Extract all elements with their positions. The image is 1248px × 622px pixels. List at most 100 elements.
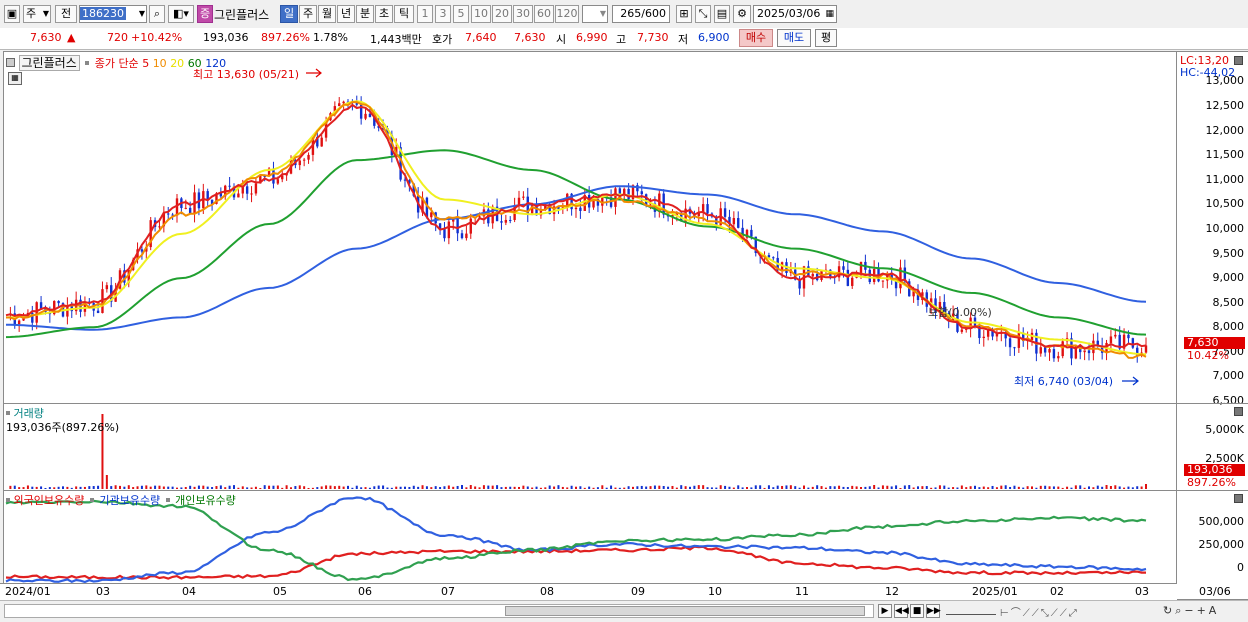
pane-close-icon[interactable] [1234,56,1243,65]
zoom-slider[interactable] [946,606,996,615]
volume-pane-close-icon[interactable] [1234,407,1243,416]
date-input[interactable]: 2025/03/06 ▦ [753,5,837,23]
period-day[interactable]: 일 [280,5,298,23]
scroll-bar[interactable]: ▶ ◀◀ ■ ▶▶ ⊢⌒⟋⟋⤡⟋⟋⤢ ↻⌕−+A [0,600,1248,622]
volume-bar [509,486,512,489]
period-year[interactable]: 년 [337,5,355,23]
volume-bar [1123,487,1126,489]
interval-60[interactable]: 60 [534,5,554,23]
evaluate-button[interactable]: 평 [815,29,837,47]
period-week[interactable]: 주 [299,5,317,23]
candle-body [39,302,43,309]
buy-button[interactable]: 매수 [739,29,773,47]
interval-custom-select[interactable]: ▼ [582,5,608,23]
period-month[interactable]: 월 [318,5,336,23]
volume-bar [982,486,985,489]
toolbar: ▣ 주 ▼ 전 186230 ▼ ⌕ ◧▾ 증 그린플러스 일 주 월 년 분 초 … [0,0,1248,29]
chart-canvas[interactable] [4,52,1176,599]
ma-10-label[interactable]: 10 [153,57,167,70]
candle-body [767,255,771,258]
ma-5-label[interactable]: 5 [142,57,149,70]
candle-body [811,273,814,277]
volume-bar [246,487,249,489]
save-icon[interactable]: ▤ [714,5,730,23]
volume-bar [798,487,801,489]
pane-divider-volume[interactable] [3,403,1248,404]
volume-bar [890,486,893,489]
low-price: 6,900 [698,31,730,44]
sell-button[interactable]: 매도 [777,29,811,47]
stop-icon[interactable]: ■ [910,604,924,618]
volume-bar [579,486,582,489]
stock-code-input[interactable]: 186230 ▼ [79,5,147,23]
drawing-tools-icon[interactable]: ⊢⌒⟋⟋⤡⟋⟋⤢ [1000,604,1079,619]
volume-bar [811,486,814,489]
grid-toggle-icon[interactable]: ▦ [8,72,22,85]
zoom-tools-icon[interactable]: ↻⌕−+A [1163,604,1219,618]
x-label-03: 03 [96,585,110,598]
interval-1[interactable]: 1 [417,5,433,23]
volume-bar [767,485,770,489]
volume-bar [938,485,941,489]
turnover-rate: 1.78% [313,31,348,44]
volume-bar [531,487,534,489]
scroll-thumb[interactable] [505,606,865,616]
period-minute[interactable]: 분 [356,5,374,23]
interval-30[interactable]: 30 [513,5,533,23]
period-select[interactable]: 주 ▼ [23,5,51,23]
period-second[interactable]: 초 [375,5,393,23]
chart-plot-area[interactable] [3,51,1177,600]
volume-bar [623,487,626,489]
institution-holding-label[interactable]: 기관보유수량 [99,494,160,507]
scroll-right-icon[interactable]: ▶ [878,604,892,618]
period-tick[interactable]: 틱 [394,5,414,23]
volume-bar [785,485,788,489]
price-pane-title[interactable]: 그린플러스 [18,55,80,71]
individual-holding-label[interactable]: 개인보유수량 [175,494,236,507]
chart-type-icon[interactable]: ⊞ [676,5,692,23]
candle-body [1008,338,1012,348]
search-icon[interactable]: ⌕ [149,5,165,23]
history-icon[interactable]: ◧▾ [168,5,194,23]
layout-icon[interactable]: ▣ [4,5,20,23]
compare-button[interactable]: 전 [55,5,77,23]
candle-body [338,103,341,107]
interval-3[interactable]: 3 [435,5,451,23]
volume-bar [1096,485,1099,489]
interval-20[interactable]: 20 [492,5,512,23]
first-page-icon[interactable]: ◀◀ [894,604,909,618]
volume-bar [908,485,911,489]
volume-bar [702,485,705,489]
interval-120[interactable]: 120 [555,5,579,23]
interval-10[interactable]: 10 [471,5,491,23]
volume-bar [1052,486,1055,489]
scroll-track[interactable] [4,604,874,618]
volume-bar [680,485,683,489]
last-page-icon[interactable]: ▶▶ [926,604,941,618]
ma-20-label[interactable]: 20 [170,57,184,70]
low-arrow-icon [1122,376,1139,386]
chevron-down-icon: ▼ [599,9,606,18]
draw-tool-icon[interactable]: ⤡ [695,5,711,23]
holding-pane-close-icon[interactable] [1234,494,1243,503]
volume-bar [987,487,990,489]
candle-body [228,185,231,187]
volume-bar [31,486,34,489]
volume-bar [13,485,16,489]
gear-icon[interactable]: ⚙ [733,5,751,23]
candle-body [1131,338,1135,348]
volume-bar [737,485,740,489]
x-label-02: 02 [1050,585,1064,598]
interval-5[interactable]: 5 [453,5,469,23]
volume-bar [715,487,718,489]
foreign-holding-label[interactable]: 외국인보유수량 [14,494,85,507]
candle-body [465,233,468,239]
candle-body [732,218,736,225]
x-label-04: 04 [182,585,196,598]
volume-bar [653,485,656,489]
volume-bar [697,485,700,489]
volume-bar [570,485,573,489]
ma-label[interactable]: 종가 단순 [95,57,139,70]
pane-divider-holding[interactable] [3,490,1248,491]
count-input[interactable]: 265/600 [612,5,670,23]
